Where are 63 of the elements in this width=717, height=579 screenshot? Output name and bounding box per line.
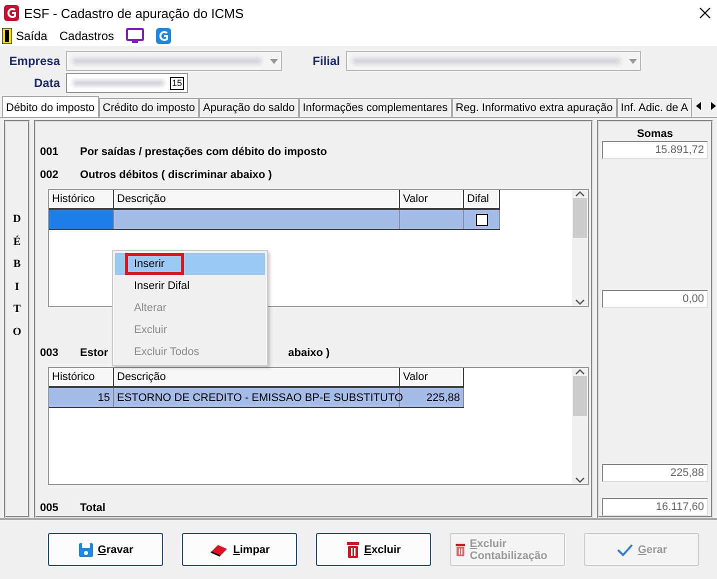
line-label: Por saídas / prestações com débito do imposto <box>80 146 327 158</box>
column-title: Somas <box>636 128 674 140</box>
g-logo-icon[interactable] <box>156 28 172 44</box>
monitor-icon[interactable] <box>126 28 144 44</box>
check-icon <box>616 542 634 556</box>
door-icon <box>2 28 12 44</box>
column-header[interactable]: Valor <box>400 190 464 210</box>
calendar-icon[interactable]: 15 <box>170 76 184 90</box>
scroll-down-icon[interactable] <box>575 476 585 484</box>
field-label: Filial <box>312 54 340 68</box>
tab[interactable]: Crédito do imposto <box>98 98 199 117</box>
tab[interactable]: Inf. Adic. de A <box>616 98 692 117</box>
column-header[interactable]: Valor <box>400 368 464 388</box>
line-code: 005 <box>40 502 60 514</box>
tab[interactable]: Débito do imposto <box>2 96 99 117</box>
column-header[interactable]: Difal <box>464 190 500 210</box>
line-label: Estor <box>80 347 108 359</box>
window-title: ESF - Cadastro de apuração do ICMS <box>24 6 245 20</box>
scroll-up-icon[interactable] <box>575 368 585 376</box>
scrollbar[interactable] <box>572 368 588 484</box>
app-logo-icon <box>4 5 19 21</box>
column-header[interactable]: Descrição <box>114 190 400 210</box>
field-label: Empresa <box>8 54 60 68</box>
line-code: 001 <box>40 146 60 158</box>
menu-item[interactable]: Inserir Difal <box>115 275 265 297</box>
action-button[interactable]: Gravar <box>48 533 163 566</box>
line-label: Outros débitos ( discriminar abaixo ) <box>80 169 272 181</box>
sum-field: 15.891,72 <box>602 141 708 159</box>
scroll-down-icon[interactable] <box>575 298 585 306</box>
line-code: 002 <box>40 169 60 181</box>
tab[interactable]: Informações complementares <box>298 98 452 117</box>
date-field[interactable]: 15 <box>66 73 188 93</box>
tab[interactable]: Apuração do saldo <box>199 98 299 117</box>
scrollbar-thumb[interactable] <box>573 376 587 416</box>
line-label: Total <box>80 502 106 514</box>
section-label: DÉBITO <box>12 212 22 340</box>
eraser-icon <box>209 542 230 556</box>
menu-item[interactable]: Inserir <box>115 253 265 275</box>
scrollbar-thumb[interactable] <box>573 198 587 238</box>
action-button[interactable]: Excluir <box>316 533 431 566</box>
close-icon[interactable] <box>699 7 711 19</box>
table-cell: ESTORNO DE CREDITO - EMISSAO BP-E SUBSTITUTO <box>114 388 400 407</box>
field-label: Data <box>32 76 60 90</box>
column-header[interactable]: Histórico <box>49 190 114 210</box>
sum-field: 0,00 <box>602 290 708 308</box>
checkbox[interactable] <box>476 214 488 226</box>
grid-row[interactable]: 15 ESTORNO DE CREDITO - EMISSAO BP-E SUBSTITUTO 225,88 <box>49 388 464 408</box>
trash-icon <box>346 540 360 558</box>
focused-cell[interactable] <box>49 210 114 229</box>
tab[interactable]: Reg. Informativo extra apuração <box>452 98 617 117</box>
action-button[interactable]: Limpar <box>182 533 297 566</box>
scrollbar[interactable] <box>572 190 588 306</box>
menu-item[interactable]: Cadastros <box>59 29 114 43</box>
column-header[interactable]: Descrição <box>114 368 400 388</box>
table-cell: 15 <box>49 388 114 407</box>
column-header[interactable]: Histórico <box>49 368 114 388</box>
line-label: abaixo ) <box>288 347 330 359</box>
menu-item[interactable]: Saída <box>16 29 48 43</box>
line-code: 003 <box>40 347 60 359</box>
sum-field: 225,88 <box>602 464 708 482</box>
grid-row[interactable] <box>49 210 500 230</box>
sum-field: 16.117,60 <box>602 498 708 516</box>
scroll-up-icon[interactable] <box>575 190 585 198</box>
